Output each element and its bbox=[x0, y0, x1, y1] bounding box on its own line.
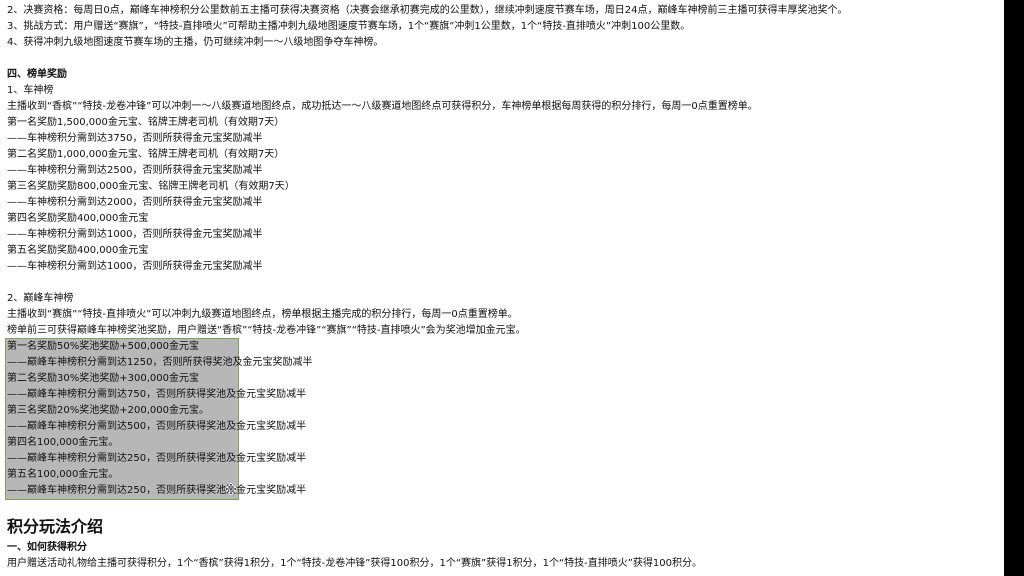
peak-god-line: 第三名奖励20%奖池奖励+200,000金元宝。 bbox=[7, 405, 209, 416]
peak-god-intro: 榜单前三可获得巅峰车神榜奖池奖励，用户赠送“香槟”“特技-龙卷冲锋”“赛旗”“特… bbox=[7, 325, 526, 336]
car-god-line: ——车神榜积分需到达1000，否则所获得金元宝奖励减半 bbox=[7, 261, 263, 272]
document-page: 2、决赛资格：每周日0点，巅峰车神榜积分公里数前五主播可获得决赛资格（决赛会继承… bbox=[0, 0, 1024, 576]
rule-line-3: 3、挑战方式：用户赠送“赛旗”，“特技-直排喷火”可帮助主播冲刺九级地图速度节赛… bbox=[7, 21, 691, 32]
peak-god-heading: 2、巅峰车神榜 bbox=[7, 293, 74, 304]
car-god-line: 第五名奖励奖励400,000金元宝 bbox=[7, 245, 149, 256]
move-cursor-icon bbox=[225, 483, 237, 495]
peak-god-intro: 主播收到“赛旗”“特技-直排喷火”可以冲刺九级赛道地图终点，榜单根据主播完成的积… bbox=[7, 309, 518, 320]
points-subheading: 一、如何获得积分 bbox=[7, 542, 87, 553]
points-section-title: 积分玩法介绍 bbox=[7, 517, 104, 536]
peak-god-line: 第一名奖励50%奖池奖励+500,000金元宝 bbox=[7, 341, 199, 352]
points-description: 用户赠送活动礼物给主播可获得积分，1个“香槟”获得1积分，1个“特技-龙卷冲锋”… bbox=[7, 558, 703, 569]
car-god-line: 第一名奖励1,500,000金元宝、铭牌王牌老司机（有效期7天） bbox=[7, 117, 285, 128]
car-god-line: ——车神榜积分需到达3750，否则所获得金元宝奖励减半 bbox=[7, 133, 263, 144]
peak-god-line: ——巅峰车神榜积分需到达250，否则所获得奖池及金元宝奖励减半 bbox=[7, 485, 307, 496]
car-god-heading: 1、车神榜 bbox=[7, 85, 54, 96]
car-god-line: ——车神榜积分需到达1000，否则所获得金元宝奖励减半 bbox=[7, 229, 263, 240]
section-title-rewards: 四、榜单奖励 bbox=[7, 69, 67, 80]
rule-line-2: 2、决赛资格：每周日0点，巅峰车神榜积分公里数前五主播可获得决赛资格（决赛会继承… bbox=[7, 5, 848, 16]
car-god-line: 第二名奖励1,000,000金元宝、铭牌王牌老司机（有效期7天） bbox=[7, 149, 285, 160]
car-god-line: ——车神榜积分需到达2500，否则所获得金元宝奖励减半 bbox=[7, 165, 263, 176]
peak-god-line: ——巅峰车神榜积分需到达750，否则所获得奖池及金元宝奖励减半 bbox=[7, 389, 307, 400]
car-god-line: 第三名奖励奖励800,000金元宝、铭牌王牌老司机（有效期7天） bbox=[7, 181, 295, 192]
peak-god-line: 第二名奖励30%奖池奖励+300,000金元宝 bbox=[7, 373, 199, 384]
right-screen-edge bbox=[1004, 0, 1024, 576]
peak-god-line: ——巅峰车神榜积分需到达250，否则所获得奖池及金元宝奖励减半 bbox=[7, 453, 307, 464]
car-god-line: ——车神榜积分需到达2000，否则所获得金元宝奖励减半 bbox=[7, 197, 263, 208]
rule-line-4: 4、获得冲刺九级地图速度节赛车场的主播，仍可继续冲刺一～八级地图争夺车神榜。 bbox=[7, 37, 384, 48]
peak-god-line: 第五名100,000金元宝。 bbox=[7, 469, 119, 480]
car-god-intro: 主播收到“香槟”“特技-龙卷冲锋”可以冲刺一～八级赛道地图终点，成功抵达一～八级… bbox=[7, 101, 758, 112]
peak-god-line: ——巅峰车神榜积分需到达1250，否则所获得奖池及金元宝奖励减半 bbox=[7, 357, 313, 368]
car-god-line: 第四名奖励奖励400,000金元宝 bbox=[7, 213, 149, 224]
peak-god-line: 第四名100,000金元宝。 bbox=[7, 437, 119, 448]
peak-god-line: ——巅峰车神榜积分需到达500，否则所获得奖池及金元宝奖励减半 bbox=[7, 421, 307, 432]
